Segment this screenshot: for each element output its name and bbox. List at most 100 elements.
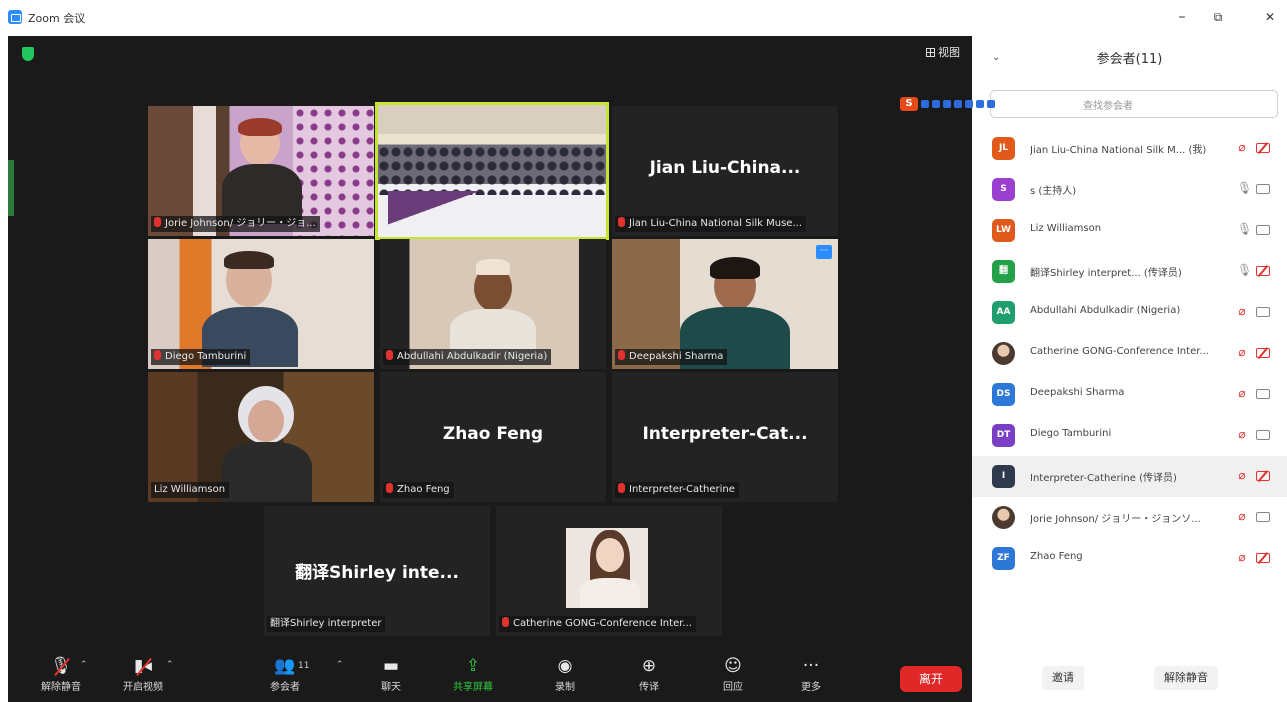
camera-off-icon[interactable] bbox=[1256, 348, 1270, 358]
search-input[interactable]: 查找参会者 bbox=[990, 90, 1278, 118]
video-tile-interpreter[interactable]: Interpreter-Cat... Interpreter-Catherine bbox=[612, 372, 838, 502]
camera-off-icon: ▮◂ bbox=[112, 654, 174, 678]
minimize-button[interactable]: – bbox=[1170, 8, 1194, 26]
microphone-icon[interactable]: 🎙 bbox=[1237, 222, 1252, 236]
security-shield-icon[interactable] bbox=[22, 47, 34, 61]
video-tile-deepakshi[interactable]: ··· Deepakshi Sharma bbox=[612, 239, 838, 369]
chevron-up-icon[interactable]: ⌃ bbox=[80, 660, 88, 670]
video-tile-catherine[interactable]: Catherine GONG-Conference Inter... bbox=[496, 506, 722, 636]
ime-tool-icon[interactable] bbox=[943, 100, 951, 108]
camera-icon[interactable] bbox=[1256, 184, 1270, 194]
invite-button[interactable]: 邀请 bbox=[1042, 666, 1084, 690]
window-title: Zoom 会议 bbox=[28, 12, 86, 25]
side-handle[interactable] bbox=[8, 160, 14, 216]
video-tile-zhao[interactable]: Zhao Feng Zhao Feng bbox=[380, 372, 606, 502]
mic-muted-icon bbox=[386, 350, 393, 360]
reactions-button[interactable]: ☺ 回应 bbox=[702, 654, 764, 693]
panel-header: ⌄ 参会者(11) bbox=[972, 36, 1287, 80]
participant-row[interactable]: 翻 翻译Shirley interpret... (传译员) 🎙 bbox=[972, 251, 1287, 292]
camera-off-icon[interactable] bbox=[1256, 266, 1270, 276]
leave-button[interactable]: 离开 bbox=[900, 666, 962, 692]
video-tile-conference-room[interactable] bbox=[375, 102, 609, 240]
unmute-all-button[interactable]: 解除静音 bbox=[1154, 666, 1218, 690]
microphone-muted-icon[interactable]: ⌀ bbox=[1237, 345, 1247, 359]
participant-row[interactable]: DT Diego Tamburini ⌀ bbox=[972, 415, 1287, 456]
participant-row[interactable]: ZF Zhao Feng ⌀ bbox=[972, 538, 1287, 579]
start-video-button[interactable]: ▮◂ 开启视频 ⌃ bbox=[112, 654, 174, 693]
maximize-button[interactable]: ⧉ bbox=[1206, 8, 1230, 26]
participant-row[interactable]: Ss (主持人) 🎙 bbox=[972, 169, 1287, 210]
ime-tool-icon[interactable] bbox=[976, 100, 984, 108]
tile-name-label: Jorie Johnson/ ジョリー・ジョ... bbox=[151, 216, 320, 232]
mic-muted-icon bbox=[618, 217, 625, 227]
participant-name: Diego Tamburini bbox=[1030, 428, 1112, 439]
microphone-muted-icon[interactable]: ⌀ bbox=[1237, 140, 1247, 154]
microphone-icon[interactable]: 🎙 bbox=[1237, 263, 1252, 277]
ime-tool-icon[interactable] bbox=[987, 100, 995, 108]
mic-muted-icon bbox=[154, 350, 161, 360]
participant-name: Zhao Feng bbox=[1030, 551, 1083, 562]
ime-tool-icon[interactable] bbox=[932, 100, 940, 108]
participant-row[interactable]: DS Deepakshi Sharma ⌀ bbox=[972, 374, 1287, 415]
close-button[interactable]: ✕ bbox=[1258, 8, 1282, 26]
video-tile-abdullahi[interactable]: Abdullahi Abdulkadir (Nigeria) bbox=[380, 239, 606, 369]
tile-name-label: 翻译Shirley interpreter bbox=[267, 616, 386, 632]
video-tile-diego[interactable]: Diego Tamburini bbox=[148, 239, 374, 369]
camera-icon[interactable] bbox=[1256, 389, 1270, 399]
microphone-muted-icon[interactable]: ⌀ bbox=[1237, 509, 1247, 523]
ime-tool-icon[interactable] bbox=[965, 100, 973, 108]
share-screen-icon: ⇪ bbox=[465, 656, 481, 676]
share-screen-button[interactable]: ⇪ 共享屏幕 bbox=[442, 654, 504, 693]
participant-row[interactable]: Jorie Johnson/ ジョリー・ジョンソ... ⌀ bbox=[972, 497, 1287, 538]
participant-row[interactable]: Catherine GONG-Conference Inter... ⌀ bbox=[972, 333, 1287, 374]
camera-icon[interactable] bbox=[1256, 512, 1270, 522]
tile-display-name: Jian Liu-China... bbox=[649, 158, 801, 178]
tile-name-label: Zhao Feng bbox=[383, 482, 454, 498]
chevron-up-icon[interactable]: ⌃ bbox=[336, 660, 344, 670]
mic-muted-icon bbox=[502, 617, 509, 627]
participant-name: s (主持人) bbox=[1030, 186, 1077, 197]
chevron-up-icon[interactable]: ⌃ bbox=[166, 660, 174, 670]
view-button[interactable]: 视图 bbox=[926, 44, 960, 60]
microphone-muted-icon[interactable]: ⌀ bbox=[1237, 468, 1247, 482]
camera-off-icon[interactable] bbox=[1256, 143, 1270, 153]
participant-row[interactable]: JL Jian Liu-China National Silk M... (我) ⌀ bbox=[972, 128, 1287, 169]
tile-name-label: Liz Williamson bbox=[151, 482, 230, 498]
ime-tool-icon[interactable] bbox=[954, 100, 962, 108]
translate-button[interactable]: ⊕ 传译 bbox=[618, 654, 680, 693]
record-button[interactable]: ◉ 录制 bbox=[534, 654, 596, 693]
tile-display-name: 翻译Shirley inte... bbox=[295, 563, 459, 583]
more-button[interactable]: ··· 更多 bbox=[780, 654, 842, 693]
camera-off-icon[interactable] bbox=[1256, 471, 1270, 481]
participant-name: Deepakshi Sharma bbox=[1030, 387, 1125, 398]
participant-name: Interpreter-Catherine (传译员) bbox=[1030, 473, 1177, 484]
globe-icon: ⊕ bbox=[641, 656, 657, 676]
participant-row[interactable]: I Interpreter-Catherine (传译员) ⌀ bbox=[972, 456, 1287, 497]
video-tile-jian[interactable]: Jian Liu-China... Jian Liu-China Nationa… bbox=[612, 106, 838, 236]
microphone-muted-icon[interactable]: ⌀ bbox=[1237, 427, 1247, 441]
avatar: S bbox=[992, 178, 1015, 201]
camera-icon[interactable] bbox=[1256, 225, 1270, 235]
mic-muted-icon bbox=[154, 217, 161, 227]
microphone-muted-icon[interactable]: ⌀ bbox=[1237, 304, 1247, 318]
microphone-muted-icon[interactable]: ⌀ bbox=[1237, 550, 1247, 564]
microphone-icon[interactable]: 🎙 bbox=[1237, 181, 1252, 195]
camera-off-icon[interactable] bbox=[1256, 553, 1270, 563]
avatar: 翻 bbox=[992, 260, 1015, 283]
participant-row[interactable]: LW Liz Williamson 🎙 bbox=[972, 210, 1287, 251]
video-tile-jorie[interactable]: Jorie Johnson/ ジョリー・ジョ... bbox=[148, 106, 374, 236]
ime-tool-icon[interactable] bbox=[921, 100, 929, 108]
unmute-button[interactable]: 🎙 解除静音 ⌃ bbox=[30, 654, 92, 693]
participants-icon: 👥 11 bbox=[274, 656, 310, 676]
video-tile-shirley[interactable]: 翻译Shirley inte... 翻译Shirley interpreter bbox=[264, 506, 490, 636]
more-options-icon[interactable]: ··· bbox=[816, 245, 832, 259]
participant-row[interactable]: AA Abdullahi Abdulkadir (Nigeria) ⌀ bbox=[972, 292, 1287, 333]
microphone-muted-icon[interactable]: ⌀ bbox=[1237, 386, 1247, 400]
ime-logo-icon: S bbox=[900, 97, 918, 111]
tile-display-name: Zhao Feng bbox=[442, 424, 544, 444]
chat-button[interactable]: ▬ 聊天 bbox=[360, 654, 422, 693]
camera-icon[interactable] bbox=[1256, 430, 1270, 440]
camera-icon[interactable] bbox=[1256, 307, 1270, 317]
participants-button[interactable]: 👥 11 参会者 ⌃ bbox=[254, 654, 344, 693]
video-tile-liz[interactable]: Liz Williamson bbox=[148, 372, 374, 502]
